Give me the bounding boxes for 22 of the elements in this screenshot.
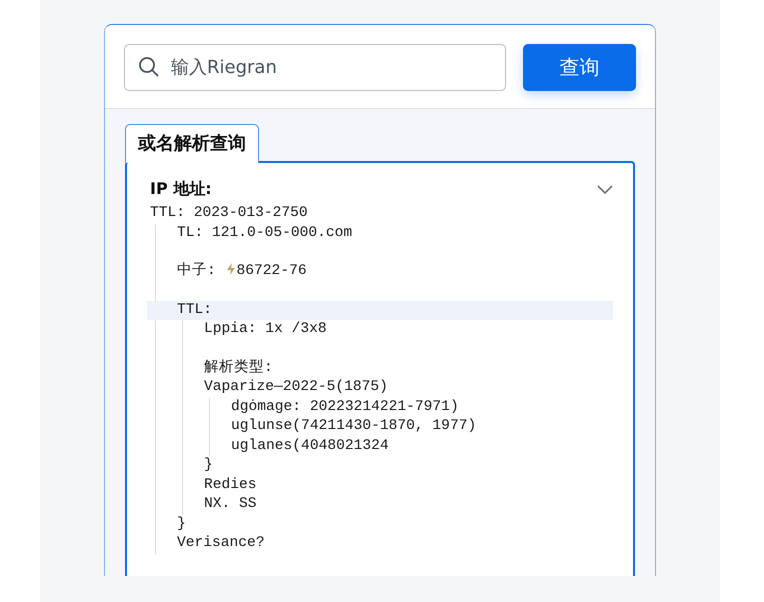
tree-line: dgȯmage: 20223214221-7971): [231, 398, 460, 416]
tree-line: Redies: [204, 476, 258, 494]
tree-line: TTL: 2023-013-2750: [150, 204, 309, 223]
tree-line: uglanes(4048021324: [231, 436, 390, 456]
panel-title: IP 地址:: [150, 179, 212, 200]
tree-line: }: [204, 456, 214, 475]
tree-line: }: [177, 514, 187, 534]
tab[interactable]: 或名解析查询: [125, 124, 259, 163]
tree-line: TTL:: [177, 300, 214, 320]
tree-line: 解析类型:: [204, 358, 274, 378]
tree-line: 中子: 86722-76: [177, 262, 308, 281]
search-icon: [138, 56, 160, 78]
tree-line: Lppia: 1x /3x8: [204, 320, 328, 339]
bolt-icon: [226, 263, 236, 275]
tree-line: uglunse(74211430-1870, 1977): [231, 417, 478, 436]
query-button[interactable]: 查询: [523, 44, 636, 91]
tree-line: Vaparize—2022-5(1875): [204, 378, 389, 397]
tree-line: Verisance?: [177, 534, 266, 553]
tree-line: NX. SS: [204, 495, 258, 514]
chevron-icon[interactable]: [597, 184, 613, 194]
search-field[interactable]: 输入Riegran: [124, 44, 506, 91]
tree-line: TL: 121.0-05-000.com: [177, 224, 354, 242]
